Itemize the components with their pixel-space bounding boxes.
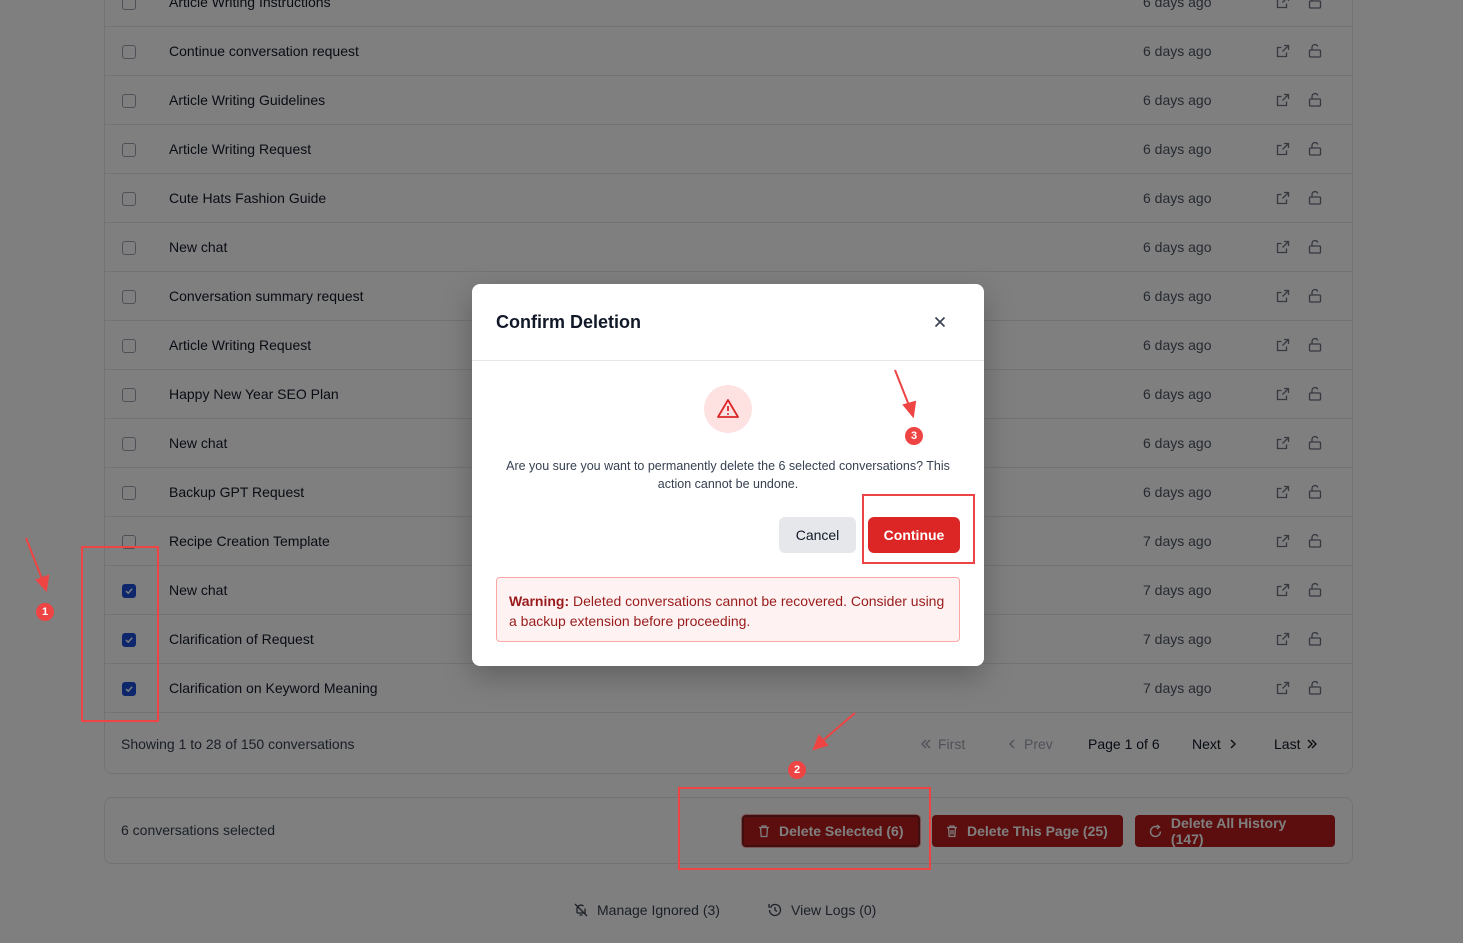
annotation-arrows: [25, 369, 917, 751]
annotation-marker-1: 1: [36, 603, 54, 621]
arrow-2: [812, 712, 856, 751]
arrow-3: [894, 369, 917, 419]
annotation-marker-3: 3: [905, 427, 923, 445]
annotation-marker-2: 2: [788, 761, 806, 779]
arrow-1: [25, 537, 50, 593]
